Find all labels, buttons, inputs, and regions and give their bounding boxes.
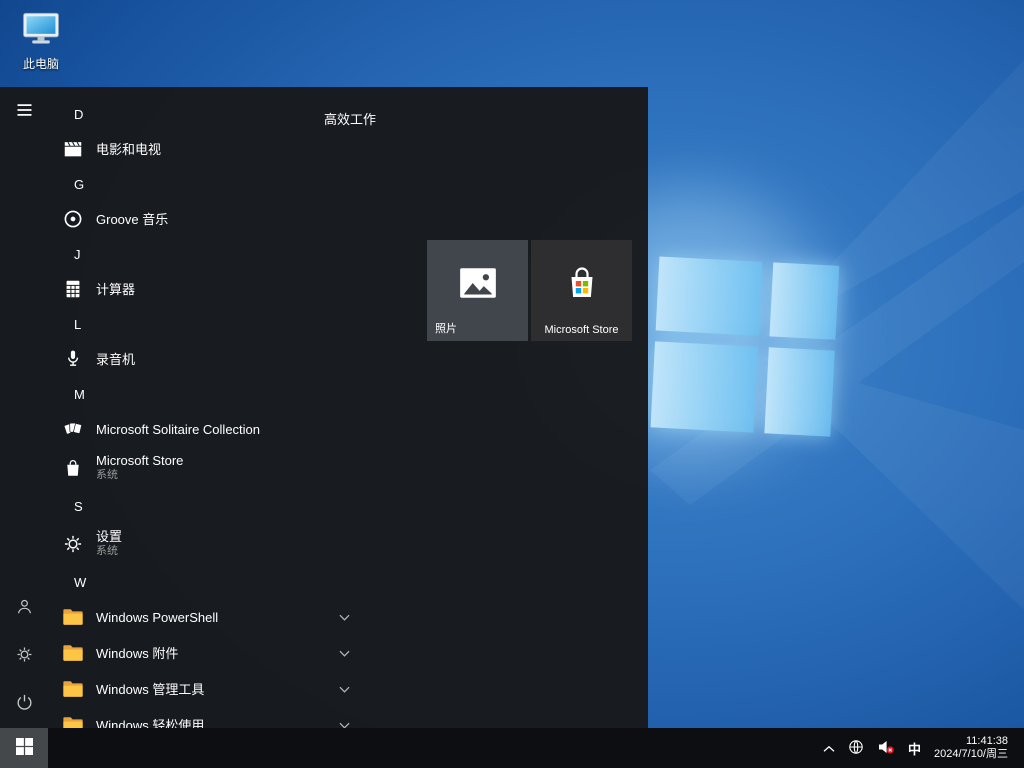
start-menu-rail (0, 87, 48, 728)
tile-label: 照片 (435, 320, 524, 336)
rail-bottom (0, 584, 48, 728)
taskbar: 中 11:41:38 2024/7/10/周三 (0, 728, 1024, 768)
clock-date: 2024/7/10/周三 (934, 748, 1008, 761)
app-list: D 电影和电视 G Groove 音乐 J 计算器 L 录音机 M Microsoft Solit… (48, 87, 360, 728)
chevron-down-icon[interactable] (339, 686, 350, 693)
ime-label: 中 (908, 739, 921, 758)
tile-group-header[interactable]: 高效工作 (324, 109, 376, 128)
app-list-item[interactable]: 设置系统 (48, 523, 360, 565)
app-item-label: Windows 附件 (96, 646, 178, 661)
voice-recorder-icon (60, 346, 86, 372)
this-pc-icon (20, 10, 62, 53)
app-item-label: Windows 轻松使用 (96, 718, 204, 729)
desktop-icon-this-pc[interactable]: 此电脑 (12, 10, 70, 72)
app-item-label: 电影和电视 (96, 142, 161, 157)
chevron-down-icon[interactable] (339, 614, 350, 621)
windows-logo-icon (16, 738, 33, 758)
tile-microsoft-store[interactable]: Microsoft Store (531, 240, 632, 341)
taskbar-clock[interactable]: 11:41:38 2024/7/10/周三 (934, 735, 1008, 761)
volume-muted-icon (877, 739, 895, 758)
app-section-letter[interactable]: M (48, 377, 360, 411)
app-section-letter[interactable]: J (48, 237, 360, 271)
tile-photos[interactable]: 照片 (427, 240, 528, 341)
app-list-item[interactable]: 计算器 (48, 271, 360, 307)
app-item-label: Microsoft Solitaire Collection (96, 422, 260, 437)
power-icon (15, 693, 34, 715)
gear-icon (15, 645, 34, 667)
solitaire-icon (60, 416, 86, 442)
photos-icon (427, 262, 528, 304)
volume-tray-button[interactable] (877, 728, 895, 768)
app-list-item[interactable]: Windows 附件 (48, 635, 360, 671)
app-item-label: 设置 (96, 529, 122, 544)
tile-label: Microsoft Store (531, 324, 632, 336)
app-item-sublabel: 系统 (96, 544, 122, 559)
desktop-icon-label: 此电脑 (23, 55, 59, 72)
store-bag-icon (531, 262, 632, 306)
app-section-letter[interactable]: W (48, 565, 360, 599)
settings-icon (60, 531, 86, 557)
app-item-label: 录音机 (96, 352, 135, 367)
ime-indicator[interactable]: 中 (908, 728, 921, 768)
folder-icon (60, 604, 86, 630)
app-section-letter[interactable]: S (48, 489, 360, 523)
app-list-item[interactable]: 电影和电视 (48, 131, 360, 167)
groove-music-icon (60, 206, 86, 232)
app-list-item[interactable]: Windows 管理工具 (48, 671, 360, 707)
settings-rail-button[interactable] (0, 632, 48, 680)
app-list-item[interactable]: Windows 轻松使用 (48, 707, 360, 728)
app-list-item[interactable]: Groove 音乐 (48, 201, 360, 237)
start-button[interactable] (0, 728, 48, 768)
movies-tv-icon (60, 136, 86, 162)
folder-icon (60, 640, 86, 666)
app-item-label: Microsoft Store (96, 453, 183, 468)
chevron-down-icon[interactable] (339, 650, 350, 657)
app-item-label: 计算器 (96, 282, 135, 297)
store-icon (60, 455, 86, 481)
user-account-button[interactable] (0, 584, 48, 632)
clock-time: 11:41:38 (934, 735, 1008, 748)
user-icon (15, 597, 34, 619)
folder-icon (60, 712, 86, 728)
system-tray: 中 11:41:38 2024/7/10/周三 (823, 728, 1024, 768)
app-item-label: Windows PowerShell (96, 610, 218, 625)
app-list-item[interactable]: Windows PowerShell (48, 599, 360, 635)
chevron-up-icon (823, 741, 835, 756)
hamburger-icon (16, 103, 33, 120)
app-section-letter[interactable]: D (48, 97, 360, 131)
app-item-sublabel: 系统 (96, 468, 183, 483)
app-list-item[interactable]: Microsoft Store系统 (48, 447, 360, 489)
app-section-letter[interactable]: L (48, 307, 360, 341)
desktop: 此电脑 (0, 0, 1024, 768)
start-menu: D 电影和电视 G Groove 音乐 J 计算器 L 录音机 M Microsoft Solit… (0, 87, 648, 728)
app-item-label: Windows 管理工具 (96, 682, 204, 697)
tray-overflow-button[interactable] (823, 728, 835, 768)
network-tray-button[interactable] (848, 728, 864, 768)
folder-icon (60, 676, 86, 702)
app-item-label: Groove 音乐 (96, 212, 168, 227)
power-button[interactable] (0, 680, 48, 728)
app-section-letter[interactable]: G (48, 167, 360, 201)
app-list-item[interactable]: 录音机 (48, 341, 360, 377)
hamburger-menu-button[interactable] (0, 87, 48, 135)
calculator-icon (60, 276, 86, 302)
network-globe-icon (848, 739, 864, 758)
app-list-item[interactable]: Microsoft Solitaire Collection (48, 411, 360, 447)
